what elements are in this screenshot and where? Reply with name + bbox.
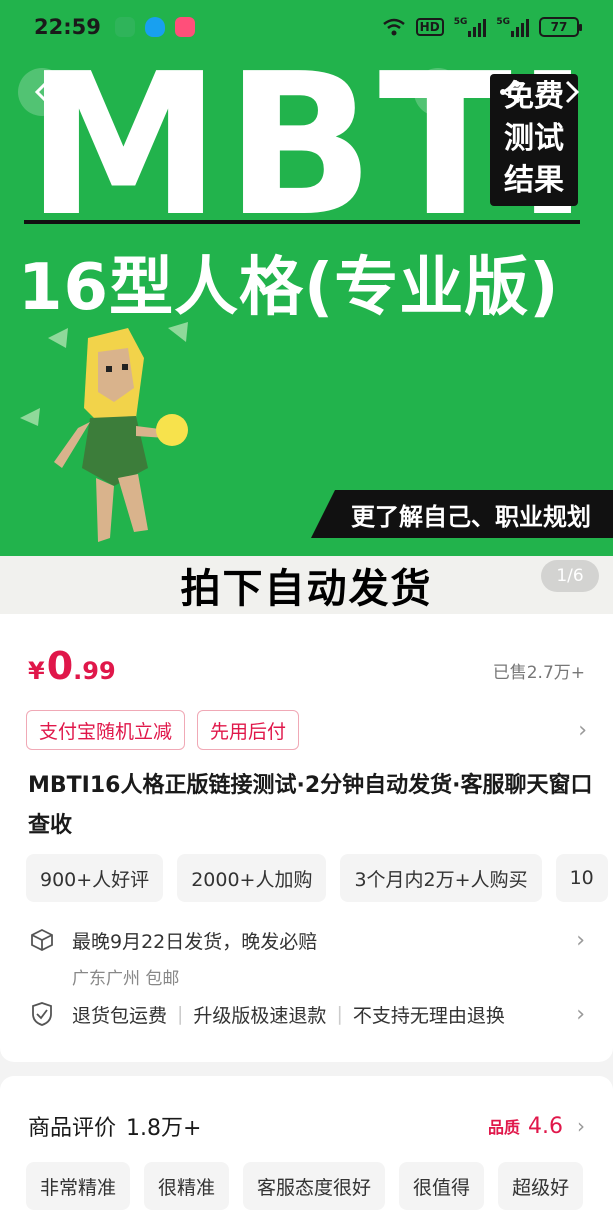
- reviews-count: 1.8万+: [126, 1116, 202, 1141]
- guarantee-item: 升级版极速退款: [193, 1004, 327, 1027]
- image-page-indicator: 1/6: [541, 560, 599, 592]
- review-tag[interactable]: 非常精准: [26, 1162, 131, 1210]
- cta-banner: 拍下自动发货: [0, 556, 613, 614]
- more-button[interactable]: [548, 68, 596, 116]
- sold-count: 已售2.7万+: [492, 663, 585, 683]
- promo-tag[interactable]: 先用后付: [197, 710, 300, 750]
- status-time: 22:59: [34, 15, 101, 39]
- review-tag[interactable]: 很精准: [144, 1162, 230, 1210]
- product-info-card: ¥ 0 .99 已售2.7万+ 支付宝随机立减 先用后付 › MBTI16人格正…: [0, 614, 613, 1062]
- review-tag[interactable]: 客服态度很好: [243, 1162, 386, 1210]
- hero-subtitle: 16型人格(专业版): [18, 251, 560, 325]
- highlight-chip[interactable]: 10: [555, 854, 608, 902]
- highlight-chip[interactable]: 3个月内2万+人购买: [340, 854, 542, 902]
- signal-icon: 5G: [496, 17, 529, 37]
- wifi-icon: [382, 18, 405, 36]
- reviews-card[interactable]: 商品评价 1.8万+ 品质 4.6 › 非常精准 很精准 客服态度很好 很值得 …: [0, 1076, 613, 1214]
- share-icon: [500, 81, 520, 103]
- shield-check-icon: [28, 1000, 56, 1028]
- highlight-chip[interactable]: 900+人好评: [26, 854, 164, 902]
- review-tags: 非常精准 很精准 客服态度很好 很值得 超级好: [26, 1162, 584, 1210]
- guarantee-item: 退货包运费: [72, 1004, 168, 1027]
- product-image-carousel[interactable]: 22:59 HD 5G 5G 77 MBTI 免费 测试 结果 16型人格(专业…: [0, 0, 613, 614]
- cta-text: 拍下自动发货: [180, 566, 433, 612]
- search-button[interactable]: [414, 68, 462, 116]
- highlight-chips: 900+人好评 2000+人加购 3个月内2万+人购买 10: [26, 854, 608, 902]
- product-title: MBTI16人格正版链接测试·2分钟自动发货·客服聊天窗口查收: [28, 773, 593, 838]
- chevron-left-icon: [34, 80, 49, 104]
- hero-tagline: 更了解自己、职业规划: [311, 490, 613, 538]
- quality-score[interactable]: 品质 4.6 ›: [488, 1114, 585, 1139]
- reviews-header: 商品评价 1.8万+: [28, 1110, 201, 1142]
- chevron-right-icon: ›: [577, 1114, 585, 1138]
- share-button[interactable]: [486, 68, 534, 116]
- chevron-right-icon[interactable]: ›: [578, 718, 587, 743]
- app-notification-icon: [114, 17, 135, 37]
- signal-icon: 5G: [454, 17, 487, 37]
- review-tag[interactable]: 超级好: [498, 1162, 584, 1210]
- hero-divider: [24, 220, 580, 224]
- search-icon: [426, 80, 451, 105]
- chevron-right-icon: [565, 80, 580, 104]
- chevron-right-icon[interactable]: ›: [576, 928, 585, 953]
- app-notification-icon: [174, 17, 195, 37]
- hd-icon: HD: [415, 18, 444, 36]
- chevron-right-icon[interactable]: ›: [576, 1002, 585, 1027]
- shipping-origin: 广东广州 包邮: [72, 969, 180, 989]
- battery-icon: 77: [539, 17, 582, 37]
- character-illustration: [20, 322, 188, 542]
- guarantee-item: 不支持无理由退换: [352, 1004, 505, 1027]
- package-icon: [28, 926, 56, 954]
- highlight-chip[interactable]: 2000+人加购: [177, 854, 327, 902]
- guarantee-row[interactable]: 退货包运费 | 升级版极速退款 | 不支持无理由退换 ›: [28, 1000, 585, 1028]
- app-notification-icon: [144, 17, 165, 37]
- status-bar: 22:59 HD 5G 5G 77: [0, 0, 613, 54]
- review-tag[interactable]: 很值得: [399, 1162, 485, 1210]
- reviews-title: 商品评价: [28, 1116, 117, 1141]
- shipping-row[interactable]: 最晚9月22日发货，晚发必赔 › 广东广州 包邮: [28, 926, 585, 989]
- price: ¥ 0 .99: [28, 644, 116, 688]
- shipping-text: 最晚9月22日发货，晚发必赔: [72, 930, 318, 953]
- promo-tag[interactable]: 支付宝随机立减: [26, 710, 186, 750]
- back-button[interactable]: [18, 68, 66, 116]
- promo-row[interactable]: 支付宝随机立减 先用后付 ›: [26, 710, 587, 750]
